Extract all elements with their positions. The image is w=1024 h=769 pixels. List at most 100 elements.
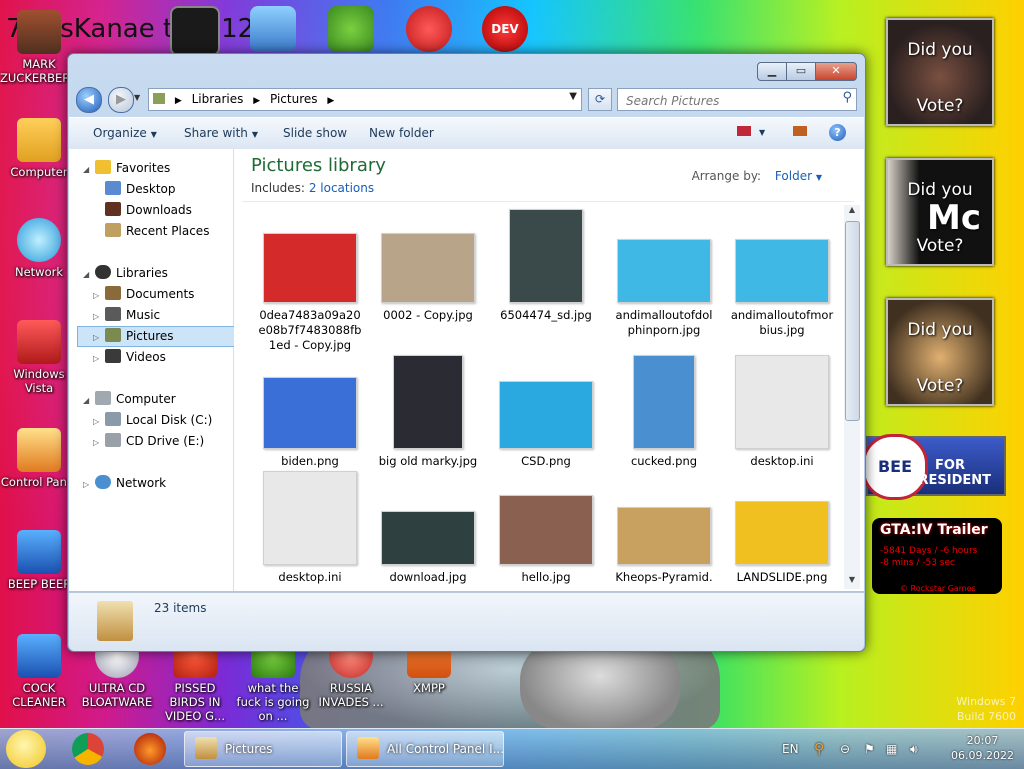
nav-favorites[interactable]: ◢ Favorites: [83, 159, 170, 178]
search-tray-icon[interactable]: ⚲: [814, 729, 824, 769]
search-icon[interactable]: ⚲: [842, 90, 852, 105]
file-tile[interactable]: 6504474_sd.jpg: [490, 209, 602, 323]
address-bar[interactable]: ▶ Libraries ▶ Pictures ▶ ▼: [148, 88, 582, 111]
change-view-button[interactable]: ▼: [737, 124, 765, 138]
expand-icon[interactable]: ▷: [93, 349, 105, 368]
explorer-window[interactable]: ▁ ▭ ✕ ◀ ▶ ▼ ▶ Libraries ▶ Pictures ▶ ▼ ⟳…: [67, 53, 866, 652]
nav-documents[interactable]: ▷ Documents: [93, 285, 194, 304]
new-folder-button[interactable]: New folder: [369, 126, 434, 140]
vertical-scrollbar[interactable]: ▲ ▼: [844, 205, 860, 589]
slide-show-button[interactable]: Slide show: [283, 126, 347, 140]
folder-stack-icon[interactable]: [250, 6, 296, 52]
recent-pages-dropdown-icon[interactable]: ▼: [134, 93, 140, 102]
file-tile[interactable]: big old marky.jpg: [372, 355, 484, 469]
file-tile[interactable]: 0002 - Copy.jpg: [372, 209, 484, 323]
file-tile[interactable]: CSD.png: [490, 355, 602, 469]
share-with-button[interactable]: Share with ▼: [184, 126, 258, 140]
nav-downloads[interactable]: Downloads: [105, 201, 192, 220]
chevron-right-icon[interactable]: ▶: [253, 96, 260, 106]
expand-icon[interactable]: ▷: [93, 307, 105, 326]
preview-pane-button[interactable]: [793, 124, 807, 138]
p-app-icon[interactable]: [406, 6, 452, 52]
close-button[interactable]: ✕: [815, 62, 857, 81]
vote-gadget[interactable]: Did you Vote?: [886, 298, 994, 406]
clock-date: 06.09.2022: [951, 749, 1014, 762]
scroll-down-icon[interactable]: ▼: [844, 575, 860, 589]
address-dropdown-icon[interactable]: ▼: [569, 91, 577, 102]
organize-button[interactable]: Organize ▼: [93, 126, 157, 140]
minus-tray-icon[interactable]: ⊖: [840, 729, 850, 769]
expand-icon[interactable]: ▷: [93, 286, 105, 305]
file-tile[interactable]: andimalloutofdolphinporn.jpg: [608, 209, 720, 338]
action-center-icon[interactable]: ⚑: [864, 729, 875, 769]
nav-network[interactable]: ▷ Network: [83, 474, 166, 493]
taskbar-item-control-panel[interactable]: All Control Panel I...: [346, 731, 504, 767]
file-tile[interactable]: desktop.ini: [726, 355, 838, 469]
locations-link[interactable]: 2 locations: [309, 181, 374, 195]
file-tile[interactable]: LANDSLIDE.png: [726, 471, 838, 585]
firefox-icon[interactable]: [134, 733, 166, 765]
devcpp-icon[interactable]: DEV C++: [482, 6, 528, 82]
file-tile[interactable]: cucked.png: [608, 355, 720, 469]
nav-cd-drive[interactable]: ▷ CD Drive (E:): [93, 432, 204, 451]
nav-computer[interactable]: ◢ Computer: [83, 390, 176, 409]
nav-libraries[interactable]: ◢ Libraries: [83, 264, 168, 283]
desktop-icon-label: BEEP BEEP: [7, 577, 71, 591]
pig-game-icon[interactable]: [328, 6, 374, 52]
breadcrumb-libraries[interactable]: Libraries: [192, 92, 244, 106]
maximize-button[interactable]: ▭: [786, 62, 816, 81]
clock[interactable]: 20:07 06.09.2022: [951, 733, 1014, 763]
breadcrumb-pictures[interactable]: Pictures: [270, 92, 318, 106]
nav-desktop[interactable]: Desktop: [105, 180, 176, 199]
file-tile[interactable]: 0dea7483a09a20e08b7f7483088fb1ed - Copy.…: [254, 209, 366, 353]
chevron-right-icon[interactable]: ▶: [175, 96, 182, 106]
expand-icon[interactable]: ◢: [83, 391, 95, 410]
volume-icon[interactable]: 🔊︎: [910, 729, 918, 769]
refresh-button[interactable]: ⟳: [588, 88, 612, 111]
forward-button[interactable]: ▶: [108, 87, 134, 113]
file-tile[interactable]: hello.jpg: [490, 471, 602, 585]
search-box[interactable]: ⚲: [617, 88, 857, 111]
expand-icon[interactable]: ▷: [93, 328, 105, 347]
nav-videos[interactable]: ▷ Videos: [93, 348, 166, 367]
chrome-icon[interactable]: [72, 733, 104, 765]
back-button[interactable]: ◀: [76, 87, 102, 113]
vote-gadget[interactable]: Did you Vote?: [886, 18, 994, 126]
file-tile[interactable]: desktop.ini: [254, 471, 366, 585]
expand-icon[interactable]: ▷: [93, 412, 105, 431]
nav-pictures[interactable]: ▷ Pictures: [77, 326, 240, 347]
file-tile[interactable]: Kheops-Pyramid.: [608, 471, 720, 585]
file-tile[interactable]: download.jpg: [372, 471, 484, 585]
gta-countdown-gadget[interactable]: GTA:IV Trailer -5841 Days / -6 hours -8 …: [872, 518, 1002, 594]
expand-icon[interactable]: ◢: [83, 265, 95, 284]
minimize-button[interactable]: ▁: [757, 62, 787, 81]
chevron-right-icon[interactable]: ▶: [327, 96, 334, 106]
scrollbar-thumb[interactable]: [845, 221, 860, 421]
language-indicator[interactable]: EN: [782, 729, 799, 769]
downloads-icon: [105, 202, 121, 216]
search-input[interactable]: [624, 91, 828, 110]
taskbar-item-pictures[interactable]: Pictures: [184, 731, 342, 767]
nav-local-disk[interactable]: ▷ Local Disk (C:): [93, 411, 212, 430]
file-tile[interactable]: andimalloutofmorbius.jpg: [726, 209, 838, 338]
vote-gadget[interactable]: Did you Mc Vote?: [886, 158, 994, 266]
gadget-text: Did you: [907, 180, 973, 200]
nav-music[interactable]: ▷ Music: [93, 306, 160, 325]
help-icon[interactable]: ?: [829, 124, 846, 141]
bee-for-president-gadget[interactable]: BEE FOR PRESIDENT: [862, 434, 1006, 500]
thumbnail-image: [393, 355, 463, 449]
thumbnail-image: [381, 511, 475, 565]
share-with-label: Share with: [184, 126, 248, 140]
cmd-icon[interactable]: [170, 6, 220, 56]
gadget-overlay-text: Mc: [927, 198, 981, 238]
arrange-dropdown[interactable]: Folder ▼: [775, 169, 822, 183]
network-tray-icon[interactable]: ▦: [886, 729, 897, 769]
expand-icon[interactable]: ▷: [83, 475, 95, 494]
expand-icon[interactable]: ▷: [93, 433, 105, 452]
thumbnail-image: [617, 239, 711, 303]
scroll-up-icon[interactable]: ▲: [844, 205, 860, 219]
file-tile[interactable]: biden.png: [254, 355, 366, 469]
start-button[interactable]: [6, 730, 46, 768]
nav-recent-places[interactable]: Recent Places: [105, 222, 209, 241]
expand-icon[interactable]: ◢: [83, 160, 95, 179]
